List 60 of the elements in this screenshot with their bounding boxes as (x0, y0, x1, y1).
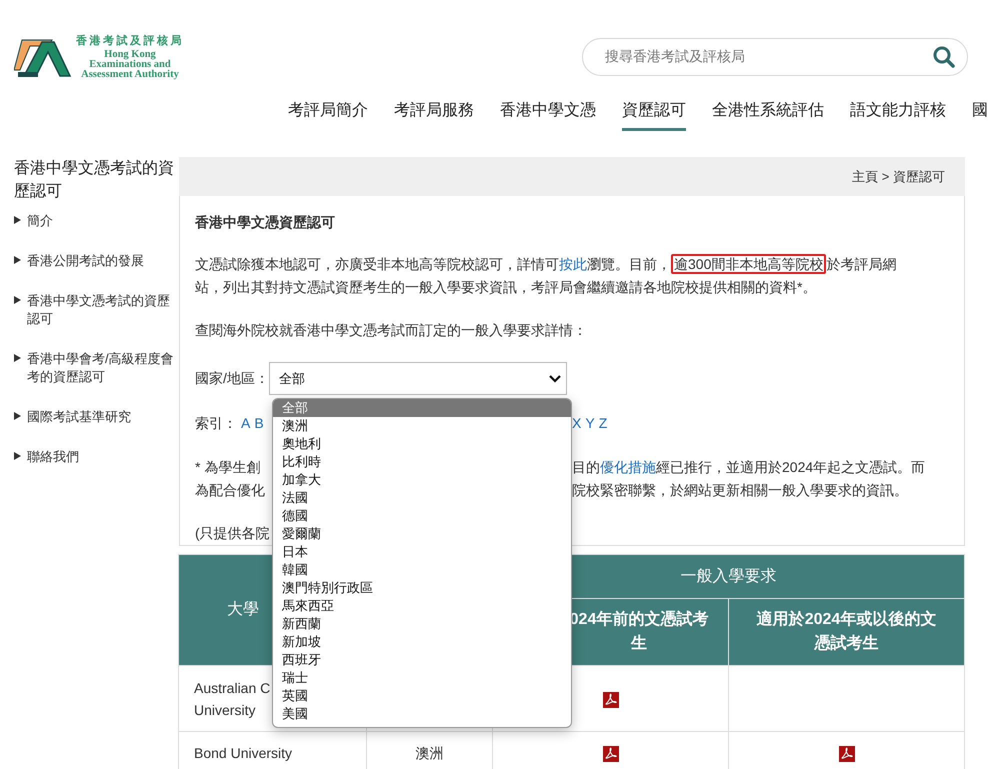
footnote-text: * 為學生創 (195, 458, 260, 477)
dropdown-option[interactable]: 德國 (273, 507, 571, 525)
pdf-icon[interactable] (838, 746, 854, 762)
sidebar-title: 香港中學文憑考試的資歷認可 (14, 158, 175, 202)
dropdown-option[interactable]: 法國 (273, 489, 571, 507)
dropdown-option[interactable]: 加拿大 (273, 471, 571, 489)
index-label: 索引： (195, 414, 237, 433)
link[interactable]: 優化措施 (600, 459, 656, 475)
logo-english-name: Hong Kong (104, 50, 156, 60)
dropdown-option[interactable]: 比利時 (273, 453, 571, 471)
country-select[interactable]: 全部 (268, 362, 567, 395)
bullet-icon (14, 216, 21, 224)
search-field[interactable]: 搜尋香港考試及評核局 (582, 38, 968, 76)
table-cell: Bond University (178, 732, 366, 769)
logo-english-name: Assessment Authority (81, 70, 179, 80)
search-icon[interactable] (933, 46, 955, 68)
dropdown-option[interactable]: 奧地利 (273, 435, 571, 453)
note-text: (只提供各院 (195, 524, 270, 543)
bullet-icon (14, 354, 21, 362)
nav-tab[interactable]: 國 (972, 100, 988, 131)
sidebar-link[interactable]: 香港中學會考/高級程度會考的資歷認可 (27, 350, 179, 386)
nav-tab[interactable]: 語文能力評核 (850, 100, 946, 131)
bullet-icon (14, 452, 21, 460)
section-title: 香港中學文憑資歷認可 (195, 213, 336, 232)
nav-tab[interactable]: 香港中學文憑 (500, 100, 596, 131)
index-letter-link[interactable]: Y (585, 412, 595, 435)
footnote-text: 院校緊密聯繫，於網站更新相關一般入學要求的資訊。 (572, 481, 908, 500)
intro-paragraph: 文憑試除獲本地認可，亦廣受非本地高等院校認可，詳情可按此瀏覽。目前， 逾300間非本地高等院校 於考評局網站，列出其對持文憑試資歷考生的一般入學要求資訊，考評局會繼續邀請各地院校提供相關的資料*。 (195, 253, 898, 297)
bullet-icon (14, 256, 21, 264)
link[interactable]: 按此 (559, 256, 587, 272)
sidebar-link[interactable]: 聯絡我們 (27, 448, 79, 466)
sidebar-link[interactable]: 國際考試基準研究 (27, 408, 131, 426)
sidebar-link[interactable]: 簡介 (27, 212, 53, 230)
logo-chinese-name: 香港考試及評核局 (76, 34, 184, 48)
footnote-text: 目的優化措施經已推行，並適用於2024年起之文憑試。而 (572, 458, 926, 477)
index-letter-link[interactable]: X (572, 412, 582, 435)
sidebar-link[interactable]: 香港中學文憑考試的資歷認可 (27, 292, 179, 328)
filter-label: 國家/地區： (195, 369, 269, 388)
sidebar-link[interactable]: 香港公開考試的發展 (27, 252, 144, 270)
index-letter-link[interactable]: Z (598, 412, 608, 435)
index-letter-link[interactable]: B (254, 412, 264, 435)
dropdown-option[interactable]: 澳洲 (273, 417, 571, 435)
breadcrumb: 主頁 > 資歷認可 (179, 157, 965, 196)
nav-tab[interactable]: 全港性系統評估 (712, 100, 824, 131)
table-header: 適用於2024年或以後的文憑試考生 (728, 598, 964, 666)
highlighted-text: 逾300間非本地高等院校 (671, 254, 826, 274)
nav-tab[interactable]: 資歷認可 (622, 100, 686, 131)
dropdown-option[interactable]: 全部 (273, 399, 571, 417)
index-letter-link[interactable]: A (241, 412, 250, 435)
chevron-down-icon (548, 374, 561, 382)
pdf-icon[interactable] (602, 692, 618, 708)
logo-english-name: Examinations and (89, 60, 171, 70)
nav-tab[interactable]: 考評局簡介 (288, 100, 368, 131)
bullet-icon (14, 296, 21, 304)
dropdown-option[interactable]: 愛爾蘭 (273, 525, 571, 543)
bullet-icon (14, 412, 21, 420)
nav-tab[interactable]: 考評局服務 (394, 100, 474, 131)
footnote-text: 為配合優化 (195, 481, 265, 500)
query-text: 查閱海外院校就香港中學文憑考試而訂定的一般入學要求詳情： (195, 321, 588, 340)
pdf-icon[interactable] (602, 746, 618, 762)
